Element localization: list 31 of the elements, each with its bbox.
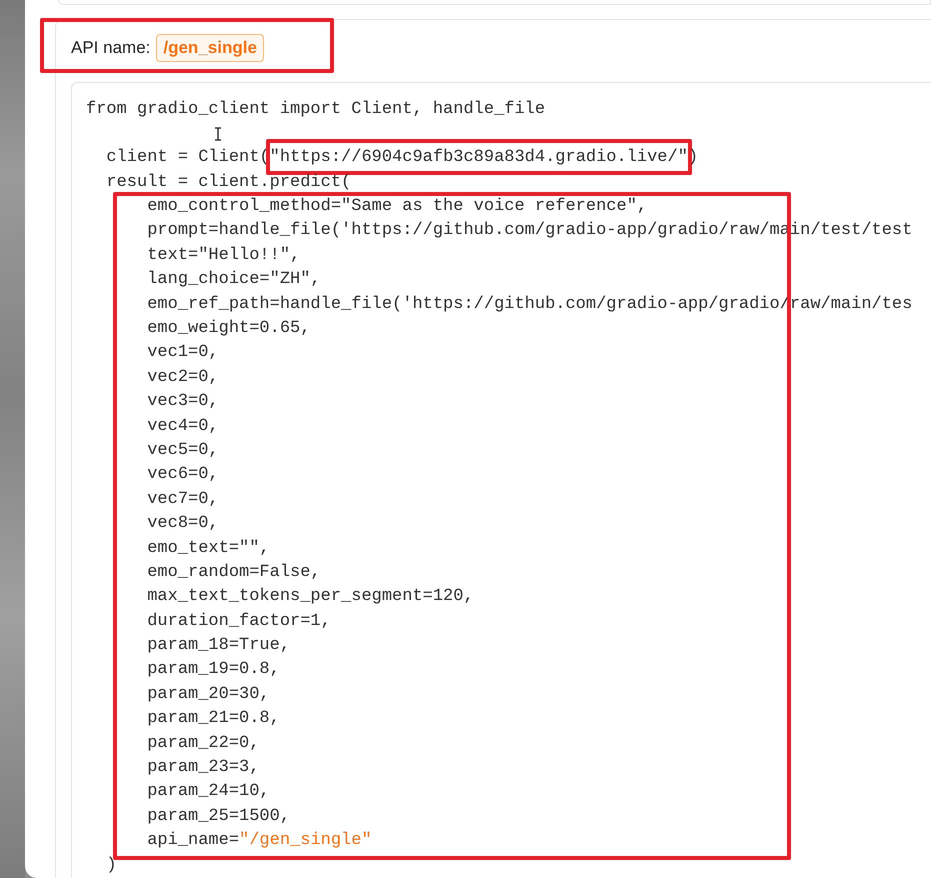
code-line: vec7=0, [146,488,219,511]
api-name-badge: /gen_single [156,34,264,62]
code-line: ) [105,854,117,877]
code-line: param_24=10, [146,781,270,804]
code-line: emo_weight=0.65, [146,318,310,340]
code-line: vec4=0, [146,416,219,438]
code-line: emo_text="", [146,538,270,560]
code-line: param_20=30, [146,684,270,706]
code-line: text="Hello!!", [146,244,300,267]
code-line: vec1=0, [146,342,219,364]
code-line: max_text_tokens_per_segment=120, [146,586,474,608]
code-line: from gradio_client import Client, handle_file [86,98,546,120]
code-line: emo_control_method="Same as the voice reference", [146,196,648,218]
code-line: vec8=0, [146,513,219,536]
framed-url-string: "https://6904c9afb3c89a83d4.gradio.live/" [266,139,692,175]
code-line: vec2=0, [146,366,219,389]
code-line: param_21=0.8, [146,708,280,730]
code-line: param_23=3, [146,757,260,780]
api-name-label: API name: [71,38,150,58]
code-line: param_25=1500, [146,806,290,828]
code-line: param_19=0.8, [146,659,280,682]
code-line: param_22=0, [146,732,260,755]
code-line: lang_choice="ZH", [146,269,321,292]
code-line: vec6=0, [146,464,219,486]
code-line: duration_factor=1, [146,610,331,633]
code-line: param_18=True, [146,635,290,658]
text-cursor-icon [214,127,222,141]
code-line: vec5=0, [146,440,219,462]
code-line: emo_random=False, [146,562,321,584]
code-line: api_name="/gen_single" [146,830,372,852]
code-line: vec3=0, [146,391,219,414]
